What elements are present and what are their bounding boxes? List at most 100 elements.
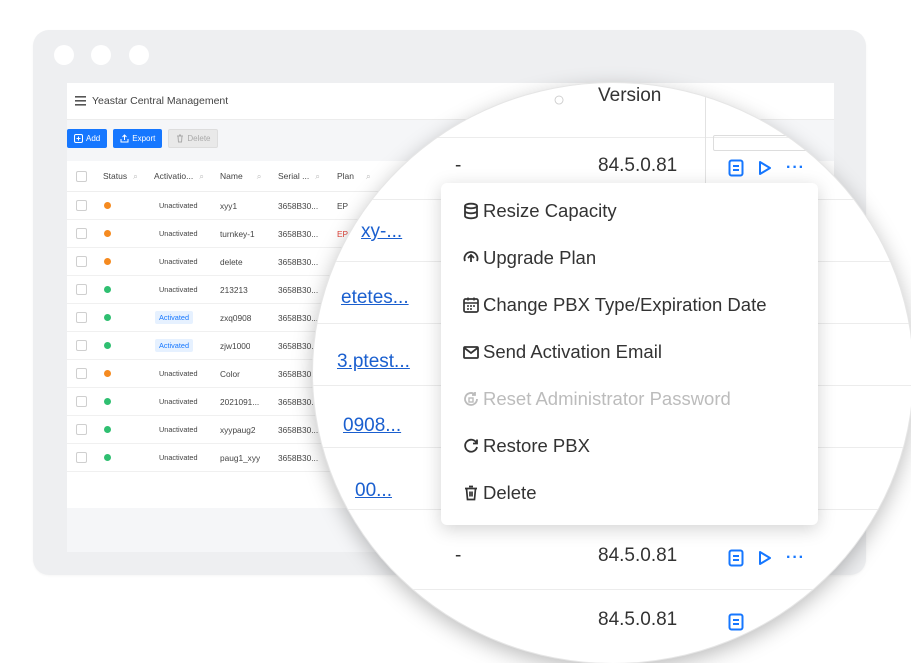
toolbar: Add Export Delete xyxy=(67,129,219,149)
row-checkbox[interactable] xyxy=(76,332,87,359)
menu-item-label: Resize Capacity xyxy=(483,200,617,221)
menu-item-label: Send Activation Email xyxy=(483,341,662,362)
status-indicator xyxy=(104,304,111,331)
magnifier-lens: ○ Version 4 SuperAdmin ⌄ ⌕ - 84.5.0.81 ·… xyxy=(313,83,911,663)
menu-item-label: Change PBX Type/Expiration Date xyxy=(483,294,767,315)
version-value: 84.5.0.81 xyxy=(598,545,678,566)
version-value: 84.5.0.81 xyxy=(598,155,678,176)
column-header-status[interactable]: Status ⌕ xyxy=(103,161,138,191)
search-icon[interactable]: ⌕ xyxy=(257,171,262,182)
activation-badge: Unactivated xyxy=(159,369,198,378)
device-name: paug1_xyy xyxy=(220,452,261,463)
notification-badge: 4 xyxy=(732,90,741,99)
select-all-checkbox[interactable] xyxy=(76,161,87,191)
document-icon[interactable] xyxy=(728,549,744,567)
menu-item-label: Delete xyxy=(483,482,537,503)
document-icon[interactable] xyxy=(728,613,744,631)
search-icon[interactable]: ⌕ xyxy=(199,171,204,182)
menu-item-change-pbx-type[interactable]: Change PBX Type/Expiration Date xyxy=(462,293,767,317)
column-label: Name xyxy=(220,171,243,181)
add-button[interactable]: Add xyxy=(67,129,108,148)
row-checkbox[interactable] xyxy=(76,192,87,219)
column-label: Activatio... xyxy=(154,171,194,181)
row-checkbox[interactable] xyxy=(76,444,87,471)
capacity-link[interactable]: etetes... xyxy=(341,287,409,309)
play-icon[interactable] xyxy=(758,550,772,566)
menu-item-delete[interactable]: Delete xyxy=(462,481,536,505)
menu-item-resize-capacity[interactable]: Resize Capacity xyxy=(462,199,617,223)
capacity-link[interactable]: 3.ptest... xyxy=(337,351,410,373)
row-checkbox[interactable] xyxy=(76,276,87,303)
notification-area[interactable]: 4 xyxy=(726,90,741,111)
trash-icon xyxy=(465,485,477,501)
activation-badge: Activated xyxy=(155,332,194,359)
status-indicator xyxy=(104,248,111,275)
app-title: Yeastar Central Management xyxy=(92,95,229,107)
menu-item-label: Upgrade Plan xyxy=(483,247,597,268)
window-dot-3 xyxy=(129,45,149,65)
capacity-link[interactable]: 00... xyxy=(355,480,392,502)
reset-password-icon xyxy=(464,392,478,406)
activation-badge: Unactivated xyxy=(159,453,198,462)
row-checkbox[interactable] xyxy=(76,360,87,387)
status-indicator xyxy=(104,192,111,219)
capacity-link[interactable]: 0908... xyxy=(343,415,401,437)
column-label: Serial ... xyxy=(278,171,310,181)
magnified-row: - 84.5.0.81 ··· xyxy=(313,527,911,590)
device-name: turnkey-1 xyxy=(220,228,255,239)
play-icon[interactable] xyxy=(758,160,772,176)
device-name: zxq0908 xyxy=(220,312,252,323)
row-actions: ··· xyxy=(728,549,805,567)
menu-item-label: Restore PBX xyxy=(483,435,590,456)
capacity-link[interactable]: xy-... xyxy=(361,221,402,243)
chevron-down-icon: ⌄ xyxy=(805,95,812,104)
user-menu[interactable]: SuperAdmin ⌄ xyxy=(746,95,812,104)
device-name: 213213 xyxy=(220,284,248,295)
search-icon[interactable]: ⌕ xyxy=(133,171,138,182)
more-icon[interactable]: ··· xyxy=(786,159,805,177)
delete-button[interactable]: Delete xyxy=(168,129,219,148)
activation-badge: Unactivated xyxy=(159,397,198,406)
status-indicator xyxy=(104,388,111,415)
export-icon xyxy=(120,134,129,143)
column-header-name[interactable]: Name ⌕ xyxy=(220,161,261,191)
menu-item-send-activation-email[interactable]: Send Activation Email xyxy=(462,340,662,364)
menu-item-reset-admin-password[interactable]: Reset Administrator Password xyxy=(462,387,731,411)
version-value: 84.5.0.81 xyxy=(598,609,678,630)
row-checkbox[interactable] xyxy=(76,304,87,331)
device-name: 2021091... xyxy=(220,396,260,407)
activation-badge: Unactivated xyxy=(159,425,198,434)
user-name: SuperAdmin xyxy=(758,95,803,104)
column-header-activation[interactable]: Activatio... ⌕ xyxy=(154,161,204,191)
device-name: delete xyxy=(220,256,243,267)
activation-badge: Unactivated xyxy=(159,201,198,210)
column-label: Status xyxy=(103,171,128,181)
plus-icon xyxy=(74,134,83,143)
restore-icon xyxy=(464,438,478,453)
row-checkbox[interactable] xyxy=(76,388,87,415)
status-indicator xyxy=(104,444,111,471)
device-name: zjw1000 xyxy=(220,340,251,351)
row-checkbox[interactable] xyxy=(76,220,87,247)
row-checkbox[interactable] xyxy=(76,248,87,275)
row-actions: ··· xyxy=(728,159,805,177)
window-dot-2 xyxy=(91,45,111,65)
menu-item-restore-pbx[interactable]: Restore PBX xyxy=(462,434,590,458)
menu-icon[interactable] xyxy=(75,96,86,106)
row-checkbox[interactable] xyxy=(76,416,87,443)
menu-item-upgrade-plan[interactable]: Upgrade Plan xyxy=(462,246,596,270)
upgrade-icon xyxy=(463,251,479,262)
status-indicator xyxy=(104,276,111,303)
row-actions xyxy=(728,613,744,631)
activation-badge: Unactivated xyxy=(159,229,198,238)
window-dot-1 xyxy=(54,45,74,65)
export-button[interactable]: Export xyxy=(113,129,163,148)
device-name: xyy1 xyxy=(220,200,238,211)
activation-badge: Unactivated xyxy=(159,257,198,266)
document-icon[interactable] xyxy=(728,159,744,177)
more-icon[interactable]: ··· xyxy=(786,549,805,567)
activation-badge: Unactivated xyxy=(159,285,198,294)
search-icon[interactable]: ○ xyxy=(553,89,565,112)
database-icon xyxy=(464,202,478,220)
status-indicator xyxy=(104,332,111,359)
